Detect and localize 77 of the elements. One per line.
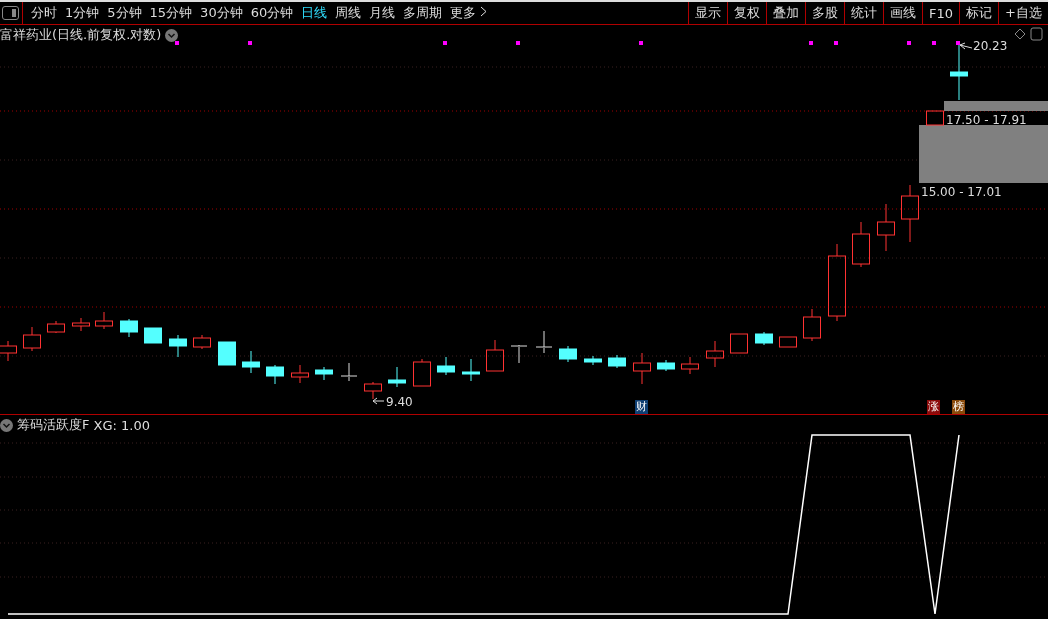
candlestick xyxy=(633,352,651,385)
candlestick xyxy=(0,340,17,362)
toolbar-button[interactable]: F10 xyxy=(922,2,960,24)
chevron-down-icon[interactable] xyxy=(165,28,179,42)
toolbar-button[interactable]: 复权 xyxy=(727,2,767,24)
candlestick xyxy=(120,318,138,338)
panel-toggle-icon[interactable] xyxy=(2,6,19,20)
toolbar-button[interactable]: 多股 xyxy=(805,2,845,24)
candlestick xyxy=(559,345,577,363)
candlestick xyxy=(291,364,309,384)
period-tab[interactable]: 多周期 xyxy=(399,4,447,22)
leader-line xyxy=(372,397,385,405)
candlestick xyxy=(657,359,675,372)
price-range-label: 17.50 - 17.91 xyxy=(946,113,1027,127)
candlestick xyxy=(706,340,724,368)
period-tab[interactable]: 分时 xyxy=(27,4,61,22)
stock-title: 富祥药业(日线.前复权.对数) xyxy=(0,26,162,44)
toolbar-button[interactable]: 画线 xyxy=(883,2,923,24)
price-range-label: 15.00 - 17.01 xyxy=(921,185,1002,199)
leader-line xyxy=(959,42,973,50)
candlestick xyxy=(47,320,65,334)
high-price-label: 20.23 xyxy=(973,39,1008,53)
toolbar-button[interactable]: 显示 xyxy=(688,2,728,24)
indicator-name: 筹码活跃度F xyxy=(17,416,90,434)
candlestick xyxy=(340,362,358,382)
candlestick xyxy=(681,356,699,375)
candlestick xyxy=(72,317,90,332)
toolbar-button[interactable]: 叠加 xyxy=(766,2,806,24)
panel-toggle-icon[interactable] xyxy=(1030,27,1043,41)
toolbar-button[interactable]: 标记 xyxy=(959,2,999,24)
candlestick xyxy=(169,334,187,358)
candlestick xyxy=(144,327,162,344)
period-tab[interactable]: 1分钟 xyxy=(61,4,104,22)
candlestick xyxy=(901,184,919,243)
more-button[interactable]: 更多 xyxy=(446,4,492,22)
period-tab[interactable]: 15分钟 xyxy=(145,4,197,22)
chevron-down-icon[interactable] xyxy=(0,418,13,432)
toolbar-button[interactable]: 统计 xyxy=(844,2,884,24)
candlestick xyxy=(364,381,382,400)
indicator-reading: XG: 1.00 xyxy=(93,417,150,433)
event-marker[interactable]: 榜 xyxy=(952,400,965,414)
candlestick xyxy=(266,364,284,385)
diamond-icon[interactable] xyxy=(1014,28,1026,40)
candlestick xyxy=(510,344,528,364)
candlestick xyxy=(852,221,870,268)
candlestick xyxy=(315,366,333,381)
period-tab[interactable]: 5分钟 xyxy=(103,4,146,22)
candlestick xyxy=(486,339,504,372)
chevron-right-icon xyxy=(480,6,488,17)
candlestick xyxy=(462,358,480,382)
low-price-label: 9.40 xyxy=(386,395,413,409)
candlestick xyxy=(926,110,944,126)
period-tab[interactable]: 60分钟 xyxy=(246,4,298,22)
candlestick xyxy=(608,354,626,369)
candlestick xyxy=(242,350,260,374)
event-marker[interactable]: 涨 xyxy=(927,400,940,414)
candlestick xyxy=(437,356,455,376)
candlestick xyxy=(388,366,406,388)
candlestick xyxy=(193,334,211,350)
candlestick xyxy=(730,333,748,354)
candlestick xyxy=(877,203,895,252)
period-tab[interactable]: 周线 xyxy=(331,4,366,22)
toolbar-button[interactable]: +自选 xyxy=(998,2,1048,24)
period-tab[interactable]: 日线 xyxy=(297,4,332,22)
candlestick xyxy=(23,326,41,352)
candlestick xyxy=(950,42,968,101)
candlestick xyxy=(755,331,773,346)
candlestick xyxy=(95,311,113,330)
period-tab[interactable]: 月线 xyxy=(365,4,400,22)
candlestick xyxy=(779,336,797,348)
event-marker[interactable]: 财 xyxy=(635,400,648,414)
candlestick xyxy=(584,355,602,366)
candlestick xyxy=(535,330,553,354)
candlestick xyxy=(413,358,431,387)
candlestick xyxy=(803,308,821,342)
candlestick xyxy=(218,341,236,366)
period-tab[interactable]: 30分钟 xyxy=(196,4,247,22)
